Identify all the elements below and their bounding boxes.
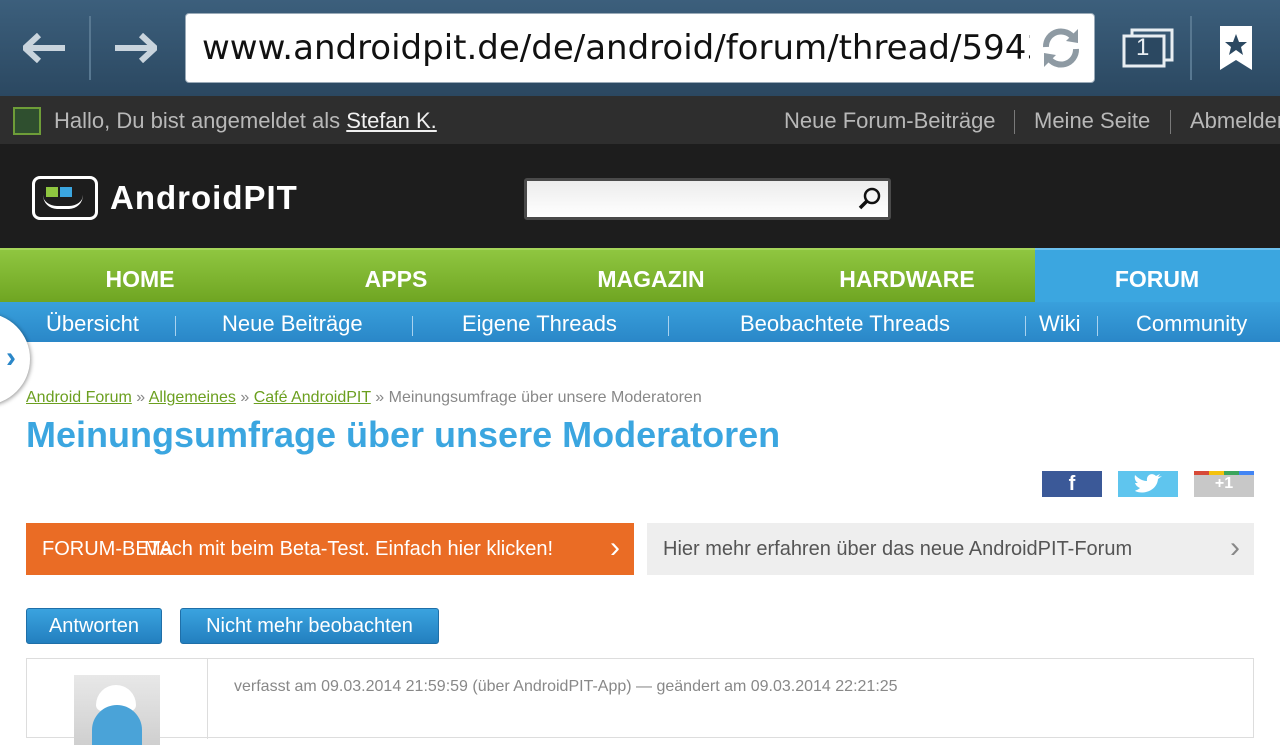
page-title: Meinungsumfrage über unsere Moderatoren <box>26 414 781 455</box>
googleplus-stripe <box>1194 471 1254 475</box>
beta-cta-text: Mach mit beim Beta-Test. Einfach hier kl… <box>144 538 554 560</box>
greeting: Hallo, Du bist angemeldet als Stefan K. <box>54 108 437 134</box>
subnav-overview[interactable]: Übersicht <box>46 311 139 337</box>
sub-nav: Übersicht Neue Beiträge Eigene Threads B… <box>0 302 1280 342</box>
user-bar: Hallo, Du bist angemeldet als Stefan K. … <box>0 96 1280 144</box>
separator <box>1097 316 1098 336</box>
post: verfasst am 09.03.2014 21:59:59 (über An… <box>26 658 1254 745</box>
reply-button[interactable]: Antworten <box>26 608 162 644</box>
back-button[interactable] <box>10 20 80 76</box>
beta-test-banner[interactable]: FORUM-BETA Mach mit beim Beta-Test. Einf… <box>26 523 634 575</box>
greeting-text: Hallo, Du bist angemeldet als <box>54 108 341 133</box>
breadcrumb-link[interactable]: Allgemeines <box>149 389 236 406</box>
bookmark-icon[interactable] <box>1218 24 1254 72</box>
chevron-right-icon: › <box>6 341 16 374</box>
my-page-link[interactable]: Meine Seite <box>1034 108 1150 134</box>
breadcrumb-separator: » <box>375 389 385 406</box>
refresh-icon[interactable] <box>1038 25 1084 71</box>
googleplus-share-button[interactable]: +1 <box>1194 471 1254 497</box>
subnav-own-threads[interactable]: Eigene Threads <box>462 311 617 337</box>
logo[interactable]: AndroidPIT <box>32 176 298 220</box>
toolbar-divider <box>89 16 91 80</box>
avatar[interactable] <box>74 675 160 745</box>
unwatch-button[interactable]: Nicht mehr beobachten <box>180 608 439 644</box>
beta-info-banner[interactable]: Hier mehr erfahren über das neue Android… <box>647 523 1254 575</box>
site-header: AndroidPIT <box>0 144 1280 248</box>
facebook-icon: f <box>1068 473 1076 495</box>
separator <box>175 316 176 336</box>
separator <box>1025 316 1026 336</box>
toolbar-divider <box>1190 16 1192 80</box>
arrow-right-icon <box>115 33 157 63</box>
breadcrumb-separator: » <box>240 389 250 406</box>
chevron-right-icon: › <box>1230 531 1240 564</box>
subnav-watched-threads[interactable]: Beobachtete Threads <box>740 311 950 337</box>
separator <box>1014 110 1015 134</box>
nav-hardware[interactable]: HARDWARE <box>827 266 987 293</box>
separator <box>412 316 413 336</box>
beta-info-text: Hier mehr erfahren über das neue Android… <box>663 538 1133 560</box>
breadcrumb: Android Forum » Allgemeines » Café Andro… <box>26 389 702 407</box>
search-icon[interactable] <box>858 187 882 211</box>
nav-home[interactable]: HOME <box>60 266 220 293</box>
address-bar[interactable]: www.androidpit.de/de/android/forum/threa… <box>185 13 1095 83</box>
breadcrumb-link[interactable]: Android Forum <box>26 389 132 406</box>
main-nav-bar: HOME APPS MAGAZIN HARDWARE <box>0 248 1035 302</box>
username-link[interactable]: Stefan K. <box>346 108 437 133</box>
separator <box>668 316 669 336</box>
nav-apps[interactable]: APPS <box>316 266 476 293</box>
twitter-share-button[interactable] <box>1118 471 1178 497</box>
facebook-share-button[interactable]: f <box>1042 471 1102 497</box>
post-meta: verfasst am 09.03.2014 21:59:59 (über An… <box>234 678 898 695</box>
user-avatar[interactable] <box>13 107 41 135</box>
breadcrumb-separator: » <box>136 389 146 406</box>
breadcrumb-current: Meinungsumfrage über unsere Moderatoren <box>388 389 702 406</box>
separator <box>1170 110 1171 134</box>
arrow-left-icon <box>23 33 65 63</box>
url-text[interactable]: www.androidpit.de/de/android/forum/threa… <box>202 28 1030 68</box>
new-forum-posts-link[interactable]: Neue Forum-Beiträge <box>784 108 996 134</box>
post-author-column <box>27 659 208 745</box>
twitter-bird-icon <box>1134 474 1162 493</box>
breadcrumb-link[interactable]: Café AndroidPIT <box>254 389 371 406</box>
logo-text: AndroidPIT <box>110 179 298 216</box>
subnav-new-posts[interactable]: Neue Beiträge <box>222 311 363 337</box>
logo-icon <box>32 176 98 220</box>
browser-toolbar: www.androidpit.de/de/android/forum/threa… <box>0 0 1280 96</box>
nav-forum-tab[interactable]: FORUM <box>1035 248 1280 302</box>
nav-forum[interactable]: FORUM <box>1077 266 1237 293</box>
nav-magazin[interactable]: MAGAZIN <box>571 266 731 293</box>
logout-link[interactable]: Abmelden <box>1190 108 1280 134</box>
forward-button[interactable] <box>100 20 170 76</box>
subnav-wiki[interactable]: Wiki <box>1039 311 1081 337</box>
main-nav: HOME APPS MAGAZIN HARDWARE FORUM <box>0 248 1280 302</box>
tabs-button[interactable]: 1 <box>1122 28 1174 68</box>
googleplus-icon: +1 <box>1214 475 1234 492</box>
chevron-right-icon: › <box>610 531 620 564</box>
search-field[interactable] <box>524 178 891 220</box>
subnav-community[interactable]: Community <box>1136 311 1247 337</box>
tab-count: 1 <box>1136 34 1150 61</box>
